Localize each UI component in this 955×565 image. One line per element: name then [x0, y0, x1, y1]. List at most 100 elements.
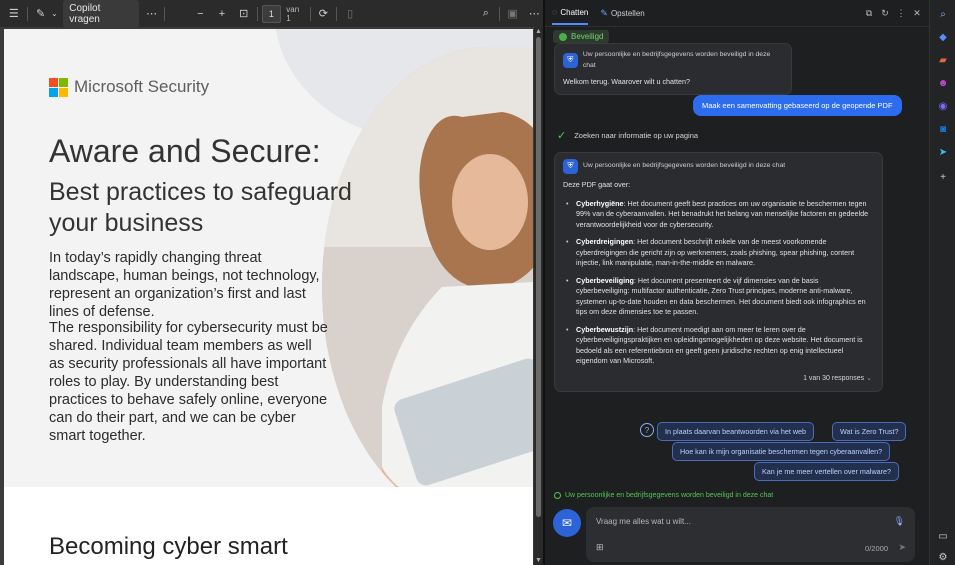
doc-title: Aware and Secure:: [49, 133, 321, 169]
list-item: Cyberdreigingen: Het document beschrijft…: [563, 237, 872, 269]
image-upload-icon[interactable]: ⊞: [596, 542, 604, 553]
new-topic-button[interactable]: ✉: [553, 509, 581, 537]
check-icon: ✓: [557, 130, 567, 142]
chat-input[interactable]: [596, 517, 886, 526]
privacy-note: Uw persoonlijke en bedrijfsgegevens word…: [554, 492, 773, 499]
toolbar-divider: [309, 6, 311, 21]
page-number-input[interactable]: 1: [261, 4, 282, 23]
zoom-in-icon[interactable]: +: [213, 5, 231, 23]
rotate-icon[interactable]: ⟳: [315, 5, 333, 23]
shield-icon: [554, 492, 561, 499]
close-icon[interactable]: ✕: [909, 8, 925, 19]
tab-compose[interactable]: ✎ Opstellen: [600, 2, 644, 25]
protection-row: ⛨ Uw persoonlijke en bedrijfsgegevens wo…: [563, 50, 783, 71]
list-item: Cyberbeveiliging: Het document presentee…: [563, 276, 872, 318]
protected-badge[interactable]: Beveiligd: [553, 30, 610, 43]
tag-icon[interactable]: ◆: [935, 29, 951, 45]
help-icon[interactable]: ?: [640, 423, 654, 437]
shield-icon: ⛨: [563, 53, 578, 68]
toolbar-divider: [256, 6, 258, 21]
two-page-icon[interactable]: ▯: [341, 5, 359, 23]
save-icon[interactable]: ▣: [504, 5, 522, 23]
suggestion-chip[interactable]: In plaats daarvan beantwoorden via het w…: [657, 422, 815, 441]
scroll-thumb[interactable]: [536, 37, 541, 517]
scroll-down-icon[interactable]: ▼: [535, 557, 542, 564]
list-icon[interactable]: ☰: [5, 5, 23, 23]
protection-text: Uw persoonlijke en bedrijfsgegevens word…: [583, 162, 786, 170]
copilot-panel: ◌ Chatten ✎ Opstellen ⧉ ↻ ⋮ ✕ Beveiligd …: [545, 0, 929, 565]
draw-icon[interactable]: ✎: [32, 5, 50, 23]
chat-input-box: 🎙 ⊞ 0/2000 ➤: [586, 507, 915, 562]
chat-icon: ◌: [552, 7, 558, 17]
toolbox-icon[interactable]: ▰: [935, 52, 951, 68]
more-icon[interactable]: ⋯: [525, 5, 543, 23]
microsoft-security-logo: Microsoft Security: [49, 77, 209, 97]
tab-chat[interactable]: ◌ Chatten: [552, 1, 589, 25]
suggestion-chip[interactable]: Wat is Zero Trust?: [832, 422, 907, 441]
item-term: Cyberhygiëne: [576, 198, 624, 208]
toolbar-divider: [336, 6, 338, 21]
fit-page-icon[interactable]: ⊡: [235, 5, 253, 23]
settings-icon[interactable]: ⚙: [935, 549, 951, 565]
search-status: ✓ Zoeken naar informatie op uw pagina: [557, 129, 698, 142]
edge-sidebar: ⌕ ◆ ▰ ☻ ◉ ◙ ➤ + ▭ ⚙: [929, 0, 955, 565]
char-count: 0/2000: [865, 544, 888, 553]
microphone-icon[interactable]: 🎙: [894, 516, 905, 527]
answer-intro: Deze PDF gaat over:: [563, 180, 631, 189]
welcome-text: Welkom terug. Waarover wilt u chatten?: [563, 77, 691, 86]
response-count: 1 van 30 responses ⌄: [563, 374, 872, 385]
send-icon[interactable]: ➤: [898, 542, 906, 553]
protected-label: Beveiligd: [571, 32, 604, 41]
more-icon[interactable]: ⋯: [143, 5, 161, 23]
header-actions: ⧉ ↻ ⋮ ✕: [861, 8, 929, 19]
list-item: Cyberbewustzijn: Het document moedigt aa…: [563, 325, 872, 367]
people-icon[interactable]: ☻: [935, 75, 951, 91]
doc-subtitle: Best practices to safeguard your busines…: [49, 178, 352, 237]
search-icon[interactable]: ⌕: [935, 6, 951, 22]
toolbar-divider: [26, 6, 28, 21]
list-item: Cyberhygiëne: Het document geeft best pr…: [563, 199, 872, 231]
shield-icon: [559, 32, 567, 41]
copilot-ask-button[interactable]: Copilot vragen: [63, 0, 139, 28]
protection-text: Uw persoonlijke en bedrijfsgegevens word…: [582, 51, 771, 69]
user-message: Maak een samenvatting gebaseerd op de ge…: [693, 95, 902, 116]
copilot-header: ◌ Chatten ✎ Opstellen ⧉ ↻ ⋮ ✕: [545, 0, 929, 27]
info-icon[interactable]: ⌄: [866, 375, 872, 382]
pdf-page: Microsoft Security Aware and Secure: Bes…: [4, 29, 533, 565]
copilot-icon[interactable]: ◉: [935, 98, 951, 114]
privacy-note-text: Uw persoonlijke en bedrijfsgegevens word…: [565, 492, 774, 499]
protection-row: ⛨ Uw persoonlijke en bedrijfsgegevens wo…: [563, 159, 872, 174]
add-icon[interactable]: +: [935, 169, 951, 185]
more-icon[interactable]: ⋮: [893, 8, 909, 19]
tab-label: Chatten: [560, 7, 589, 17]
welcome-message: ⛨ Uw persoonlijke en bedrijfsgegevens wo…: [554, 43, 792, 95]
item-term: Cyberbewustzijn: [576, 324, 634, 334]
doc-paragraph: In today’s rapidly changing threat lands…: [49, 250, 320, 320]
sidebar-toggle-icon[interactable]: ▭: [935, 528, 951, 544]
section-heading: Becoming cyber smart: [49, 533, 288, 560]
summary-list: Cyberhygiëne: Het document geeft best pr…: [563, 199, 872, 367]
toolbar-divider: [164, 6, 166, 21]
item-term: Cyberbeveiliging: [576, 275, 634, 285]
zoom-out-icon[interactable]: −: [191, 5, 209, 23]
page-total-label: van 1: [286, 4, 300, 23]
suggestion-chip[interactable]: Hoe kan ik mijn organisatie beschermen t…: [672, 442, 891, 461]
refresh-icon[interactable]: ↻: [877, 8, 893, 19]
send-icon[interactable]: ➤: [935, 144, 951, 160]
logo-text: Microsoft Security: [74, 77, 210, 96]
chevron-down-icon[interactable]: ⌄: [49, 5, 59, 23]
shield-icon: ⛨: [563, 159, 578, 174]
outlook-icon[interactable]: ◙: [935, 121, 951, 137]
doc-paragraph: The responsibility for cybersecurity mus…: [49, 320, 328, 444]
scroll-up-icon[interactable]: ▲: [535, 28, 542, 35]
chat-bubble-icon: ✉: [561, 516, 573, 530]
pdf-viewer[interactable]: Microsoft Security Aware and Secure: Bes…: [0, 27, 543, 565]
open-new-icon[interactable]: ⧉: [861, 8, 877, 19]
toolbar-divider: [498, 6, 500, 21]
answer-message: ⛨ Uw persoonlijke en bedrijfsgegevens wo…: [554, 152, 883, 392]
search-status-text: Zoeken naar informatie op uw pagina: [574, 131, 699, 140]
search-icon[interactable]: ⌕: [477, 5, 495, 23]
suggestion-chip[interactable]: Kan je me meer vertellen over malware?: [754, 462, 900, 481]
microsoft-logo-icon: [49, 77, 68, 97]
pdf-scrollbar[interactable]: ▲ ▼: [534, 27, 543, 565]
